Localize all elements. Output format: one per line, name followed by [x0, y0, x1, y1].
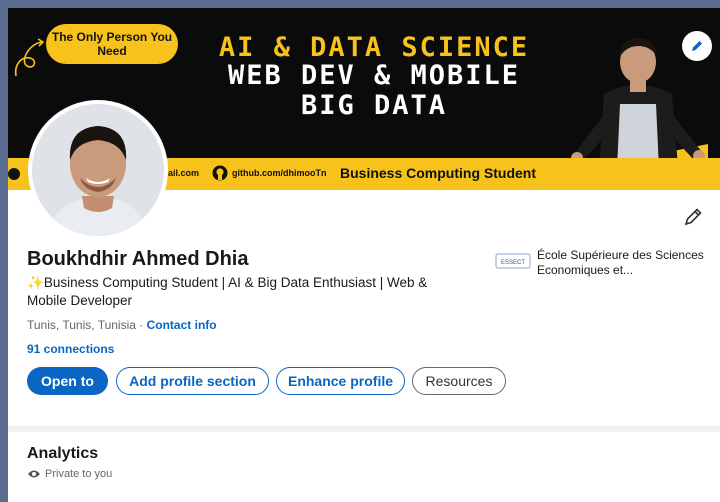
- sparkles-icon: ✨: [27, 275, 44, 290]
- github-icon: [212, 165, 228, 181]
- add-profile-section-button[interactable]: Add profile section: [116, 367, 269, 395]
- resources-button[interactable]: Resources: [412, 367, 506, 395]
- analytics-title: Analytics: [27, 445, 99, 462]
- school-name-link[interactable]: École Supérieure des Sciences Economique…: [537, 248, 717, 278]
- location-separator: ·: [135, 318, 147, 332]
- profile-location: Tunis, Tunis, Tunisia · Contact info: [27, 318, 217, 332]
- eye-icon: [28, 470, 40, 478]
- enhance-profile-button[interactable]: Enhance profile: [276, 367, 405, 395]
- banner-tagline-pill: The Only Person You Need: [46, 24, 178, 64]
- profile-name: Boukhdhir Ahmed Dhia: [27, 248, 249, 270]
- avatar-photo: [32, 104, 164, 236]
- pencil-icon: [692, 41, 702, 51]
- banner-headline-line-2: WEB DEV & MOBILE: [227, 60, 521, 91]
- profile-page: The Only Person You Need AI & DATA SCIEN…: [8, 8, 720, 502]
- edit-banner-button[interactable]: [682, 31, 712, 61]
- profile-avatar[interactable]: [28, 100, 168, 240]
- open-to-button[interactable]: Open to: [27, 367, 108, 395]
- contact-info-link[interactable]: Contact info: [147, 318, 217, 332]
- banner-headline-line-3: BIG DATA: [300, 90, 448, 121]
- swirl-decoration-icon: [14, 38, 45, 77]
- analytics-section: Analytics Private to you: [8, 432, 720, 502]
- location-text: Tunis, Tunis, Tunisia: [27, 318, 136, 332]
- connections-link[interactable]: 91 connections: [27, 342, 114, 356]
- profile-headline: ✨Business Computing Student | AI & Big D…: [27, 274, 467, 310]
- school-logo-icon[interactable]: ESSECT: [495, 250, 531, 272]
- edit-intro-pencil-icon[interactable]: [682, 206, 704, 228]
- profile-intro-card: The Only Person You Need AI & DATA SCIEN…: [8, 8, 720, 426]
- headline-text: Business Computing Student | AI & Big Da…: [27, 275, 428, 308]
- analytics-privacy-text: Private to you: [45, 468, 113, 480]
- banner-email-text: ail.com: [168, 168, 200, 178]
- phone-icon: [8, 168, 20, 180]
- banner-headline-line-1: AI & DATA SCIENCE: [218, 32, 530, 63]
- analytics-privacy: Private to you: [27, 468, 112, 480]
- school-logo-text: ESSECT: [501, 260, 525, 266]
- banner-strip-title: Business Computing Student: [340, 165, 536, 181]
- banner-github-text: github.com/dhimooTn: [232, 168, 327, 178]
